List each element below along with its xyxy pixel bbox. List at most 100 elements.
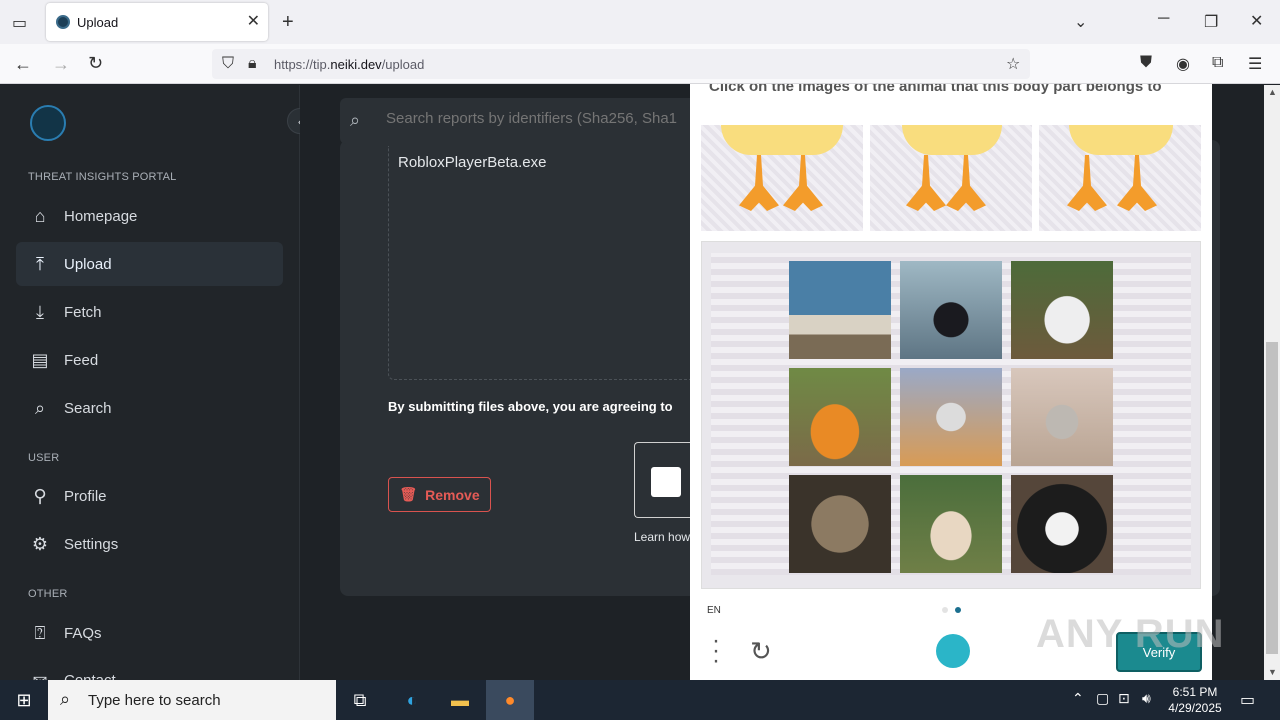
grid-image-seagulls[interactable] [789,261,891,359]
report-search-bar[interactable]: ⌕ [340,98,740,144]
lock-icon[interactable]: 🔒︎ [248,55,257,73]
system-clock[interactable]: 6:51 PM 4/29/2025 [1160,684,1230,716]
sidebar-item-contact[interactable]: ✉ Contact [16,658,283,680]
taskbar-search[interactable]: ⌕ Type here to search [48,680,336,720]
forward-icon[interactable]: → [52,54,70,75]
browser-tab[interactable]: Upload ✕ [46,3,268,41]
sidebar-item-label: FAQs [64,624,102,642]
close-tab-icon[interactable]: ✕ [247,11,260,31]
pocket-icon[interactable]: ⛊ [1140,54,1152,72]
tray-device-icon[interactable]: ▢ [1096,690,1109,707]
close-window-icon[interactable]: ✕ [1250,11,1263,31]
anyrun-watermark: ANY RUN [1036,612,1225,656]
file-explorer-icon[interactable]: ▬ [436,680,484,720]
sidebar-item-feed[interactable]: ▤ Feed [16,338,283,382]
new-tab-icon[interactable]: + [282,11,294,34]
browser-nav-bar: ← → ↻ ⛉ 🔒︎ https://tip.neiki.dev/upload … [0,44,1280,84]
feed-icon: ▤ [31,349,49,370]
back-icon[interactable]: ← [14,54,32,75]
fetch-icon: ⤓ [36,301,44,322]
sidebar-item-label: Contact [64,672,116,680]
file-dropzone[interactable] [388,146,708,380]
reload-icon[interactable]: ↻ [88,53,103,74]
site-favicon-icon [56,15,70,29]
captcha-checkbox-widget[interactable] [634,442,694,518]
account-icon[interactable]: ◉ [1176,54,1190,74]
hcaptcha-logo-icon[interactable] [936,634,970,668]
section-heading-portal: THREAT INSIGHTS PORTAL [28,171,177,183]
more-options-icon[interactable]: · · · [712,629,720,673]
sidebar-item-label: Feed [64,351,99,369]
tab-list-chevron-icon[interactable]: ⌄ [1074,12,1087,32]
page-dot-2 [955,607,961,613]
address-bar[interactable]: ⛉ 🔒︎ https://tip.neiki.dev/upload ☆ [212,49,1030,79]
terms-notice: By submitting files above, you are agree… [388,399,673,414]
reference-image-2 [870,125,1032,231]
reference-image-3 [1039,125,1201,231]
captcha-image-grid [701,241,1201,589]
report-search-input[interactable] [386,110,726,127]
uploaded-file-name: RobloxPlayerBeta.exe [398,154,547,171]
windows-start-icon[interactable]: ⊞ [0,680,48,720]
windows-taskbar: ⊞ ⌕ Type here to search ⧉ ◐ ▬ ● ⌃ ▢ ⊡ 🔊︎… [0,680,1280,720]
grid-image-kitten[interactable] [900,475,1002,573]
bookmark-star-icon[interactable]: ☆ [1006,54,1020,74]
network-icon[interactable]: ⊡ [1118,690,1130,707]
search-icon: ⌕ [34,397,46,418]
tray-chevron-icon[interactable]: ⌃ [1072,690,1084,707]
task-view-icon[interactable]: ⧉ [336,680,384,720]
sidebar-item-label: Homepage [64,207,138,225]
sidebar-item-upload[interactable]: ⤒ Upload [16,242,283,286]
firefox-icon[interactable]: ● [486,680,534,720]
remove-label: Remove [425,486,480,503]
sidebar-item-settings[interactable]: ⚙ Settings [16,522,283,566]
page-scrollbar[interactable]: ▲ ▼ [1264,85,1280,680]
checkbox-square[interactable] [651,467,681,497]
gear-icon: ⚙ [31,533,49,554]
sidebar-item-search[interactable]: ⌕ Search [16,386,283,430]
restore-icon[interactable]: ❐ [1204,12,1218,32]
taskbar-search-placeholder: Type here to search [88,692,221,709]
grid-image-pigeons-2[interactable] [1011,368,1113,466]
grid-image-black-cat[interactable] [900,261,1002,359]
upload-icon: ⤒ [36,253,44,274]
grid-image-tuxedo-cat[interactable] [1011,475,1113,573]
clock-date: 4/29/2025 [1168,701,1222,715]
contact-icon: ✉ [28,672,52,680]
profile-icon: ⚲ [33,485,47,506]
volume-icon[interactable]: 🔊︎ [1142,690,1151,707]
portal-logo[interactable] [30,105,66,141]
menu-icon[interactable]: ☰ [1248,54,1262,74]
minimize-icon[interactable]: ─ [1158,10,1169,28]
sidebar-item-faqs[interactable]: ⍰ FAQs [16,611,283,655]
home-icon: ⌂ [34,205,46,226]
sidebar-item-homepage[interactable]: ⌂ Homepage [16,194,283,238]
browser-tab-bar: ▭ Upload ✕ + ⌄ ─ ❐ ✕ [0,0,1280,44]
tab-title: Upload [77,15,119,30]
grid-image-white-cat[interactable] [1011,261,1113,359]
notifications-icon[interactable]: ▭ [1240,690,1255,710]
clock-time: 6:51 PM [1172,685,1218,699]
grid-image-pigeons[interactable] [900,368,1002,466]
captcha-prompt: Click on the images of the animal that t… [709,84,1162,95]
remove-file-button[interactable]: 🗑︎ Remove [388,477,491,512]
tab-overview-icon[interactable]: ▭ [12,13,27,33]
sidebar-item-label: Settings [64,535,119,553]
extensions-icon[interactable]: ⧉ [1212,54,1223,72]
sidebar-item-label: Search [64,399,112,417]
sidebar-item-label: Upload [64,255,112,273]
section-heading-other: OTHER [28,588,68,600]
refresh-challenge-icon[interactable]: ↻ [750,636,772,667]
shield-icon[interactable]: ⛉ [222,55,234,73]
grid-image-tabby-cat[interactable] [789,475,891,573]
edge-icon[interactable]: ◐ [388,680,436,720]
learn-how-link[interactable]: Learn how [634,530,690,544]
language-selector[interactable]: EN [707,605,721,616]
scrollbar-thumb[interactable] [1266,342,1278,654]
grid-image-orange-cat[interactable] [789,368,891,466]
sidebar-item-fetch[interactable]: ⤓ Fetch [16,290,283,334]
page-dot-1 [942,607,948,613]
sidebar-item-profile[interactable]: ⚲ Profile [16,474,283,518]
scroll-down-icon[interactable]: ▼ [1268,667,1277,677]
scroll-up-icon[interactable]: ▲ [1268,87,1277,97]
